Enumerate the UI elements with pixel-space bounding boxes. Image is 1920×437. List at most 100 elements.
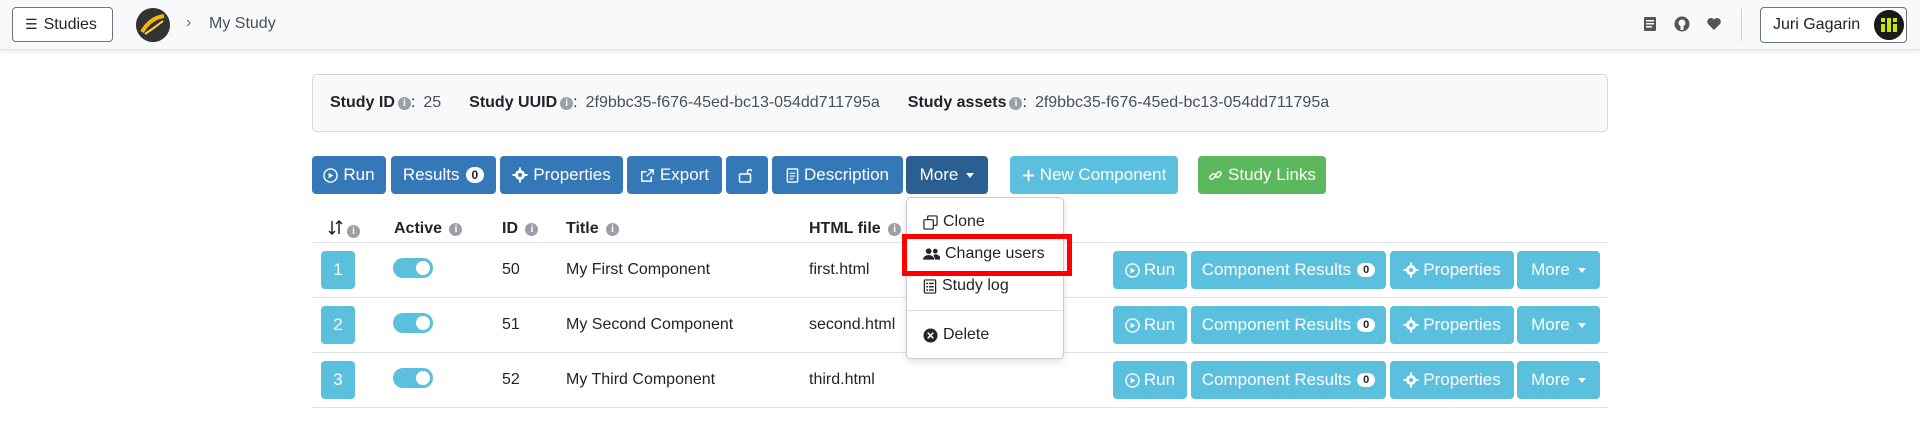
study-assets-value: 2f9bbc35-f676-45ed-bc13-054dd711795a: [1034, 94, 1330, 111]
results-count-badge: 0: [1357, 263, 1376, 277]
study-uuid-label: Study UUID: [469, 94, 558, 111]
study-assets-label: Study assets: [907, 94, 1007, 111]
description-button[interactable]: Description: [772, 156, 903, 194]
info-icon[interactable]: i: [347, 225, 360, 238]
studies-button[interactable]: ☰ Studies: [12, 7, 113, 42]
clone-label: Clone: [943, 213, 985, 230]
user-name: Juri Gagarin: [1773, 16, 1861, 33]
more-label: More: [1531, 260, 1570, 279]
results-button[interactable]: Results 0: [391, 156, 496, 194]
component-more-button[interactable]: More: [1517, 306, 1600, 344]
unlock-button[interactable]: [726, 156, 768, 194]
component-title[interactable]: My Third Component: [566, 371, 715, 389]
component-run-button[interactable]: Run: [1113, 361, 1187, 399]
delete-menu-item[interactable]: Delete: [923, 326, 989, 344]
run-label: Run: [1143, 260, 1176, 279]
component-more-button[interactable]: More: [1517, 251, 1600, 289]
studies-label: Studies: [43, 15, 97, 33]
title-header-label: Title: [566, 220, 599, 237]
more-button[interactable]: More: [906, 156, 988, 194]
hamburger-icon: ☰: [25, 16, 38, 32]
clone-menu-item[interactable]: Clone: [923, 213, 985, 231]
component-title[interactable]: My First Component: [566, 261, 710, 279]
run-label: Run: [343, 165, 375, 184]
component-results-label: Component Results: [1201, 370, 1352, 389]
doc-icon[interactable]: [1643, 16, 1659, 32]
gear-icon: [1403, 317, 1419, 333]
active-toggle[interactable]: [393, 313, 433, 333]
component-html-file: second.html: [809, 316, 896, 333]
caret-down-icon: [1577, 322, 1586, 328]
study-links-button[interactable]: Study Links: [1198, 156, 1326, 194]
plus-icon: [1022, 169, 1034, 181]
component-properties-button[interactable]: Properties: [1390, 306, 1514, 344]
gear-icon: [1403, 262, 1419, 278]
run-label: Run: [1143, 315, 1176, 334]
id-header: ID i: [502, 220, 539, 238]
more-dropdown-menu: Clone Change users Study log Delete: [906, 197, 1064, 359]
info-icon[interactable]: i: [888, 223, 902, 236]
position-badge[interactable]: 3: [321, 361, 355, 399]
component-results-button[interactable]: Component Results 0: [1191, 306, 1386, 344]
component-run-button[interactable]: Run: [1113, 251, 1187, 289]
navbar-divider: [1741, 9, 1742, 41]
copy-icon: [923, 214, 938, 230]
info-icon[interactable]: i: [525, 223, 539, 236]
study-uuid-value: 2f9bbc35-f676-45ed-bc13-054dd711795a: [585, 94, 880, 111]
breadcrumb[interactable]: My Study: [209, 15, 276, 33]
properties-button[interactable]: Properties: [500, 156, 623, 194]
properties-label: Properties: [1423, 370, 1501, 389]
component-results-button[interactable]: Component Results 0: [1191, 361, 1386, 399]
html-file-header: HTML file i: [809, 220, 902, 238]
results-count-badge: 0: [465, 167, 485, 183]
component-id: 51: [502, 316, 520, 333]
info-icon[interactable]: i: [560, 96, 574, 110]
component-properties-button[interactable]: Properties: [1390, 251, 1514, 289]
export-label: Export: [659, 165, 710, 184]
title-header: Title i: [566, 220, 620, 238]
row-divider: [312, 407, 1608, 408]
more-label: More: [1531, 370, 1570, 389]
study-id-value: 25: [423, 94, 442, 111]
component-html-file: third.html: [809, 371, 875, 388]
run-button[interactable]: Run: [312, 156, 386, 194]
description-label: Description: [803, 165, 890, 184]
active-toggle[interactable]: [393, 258, 433, 278]
github-icon[interactable]: [1674, 16, 1690, 32]
info-icon[interactable]: i: [397, 96, 411, 110]
component-title[interactable]: My Second Component: [566, 316, 733, 334]
component-properties-button[interactable]: Properties: [1390, 361, 1514, 399]
run-label: Run: [1143, 370, 1176, 389]
caret-down-icon: [1577, 377, 1586, 383]
study-log-menu-item[interactable]: Study log: [923, 277, 1009, 295]
heart-icon[interactable]: [1706, 16, 1722, 32]
new-component-button[interactable]: New Component: [1010, 156, 1178, 194]
play-circle-icon: [323, 167, 339, 183]
sort-header[interactable]: i: [328, 219, 360, 240]
position-badge[interactable]: 1: [321, 251, 355, 289]
unlock-icon: [738, 168, 752, 183]
new-component-label: New Component: [1039, 165, 1167, 184]
component-results-label: Component Results: [1201, 260, 1352, 279]
caret-down-icon: [1577, 267, 1586, 273]
navbar: ☰ Studies › My Study Juri Gagarin: [0, 0, 1920, 50]
component-html-file: first.html: [809, 261, 870, 278]
info-icon[interactable]: i: [606, 223, 620, 236]
info-icon[interactable]: i: [1009, 96, 1023, 110]
user-button[interactable]: Juri Gagarin: [1760, 7, 1907, 43]
position-badge[interactable]: 2: [321, 306, 355, 344]
link-icon: [1209, 170, 1222, 180]
jatos-logo[interactable]: [136, 8, 170, 42]
active-toggle[interactable]: [393, 368, 433, 388]
export-button[interactable]: Export: [627, 156, 722, 194]
component-more-button[interactable]: More: [1517, 361, 1600, 399]
caret-down-icon: [966, 172, 975, 178]
play-circle-icon: [1125, 372, 1140, 388]
component-run-button[interactable]: Run: [1113, 306, 1187, 344]
component-id: 50: [502, 261, 520, 278]
delete-label: Delete: [943, 326, 990, 343]
properties-label: Properties: [1423, 315, 1501, 334]
info-icon[interactable]: i: [449, 223, 463, 236]
properties-label: Properties: [533, 165, 611, 184]
component-results-button[interactable]: Component Results 0: [1191, 251, 1386, 289]
